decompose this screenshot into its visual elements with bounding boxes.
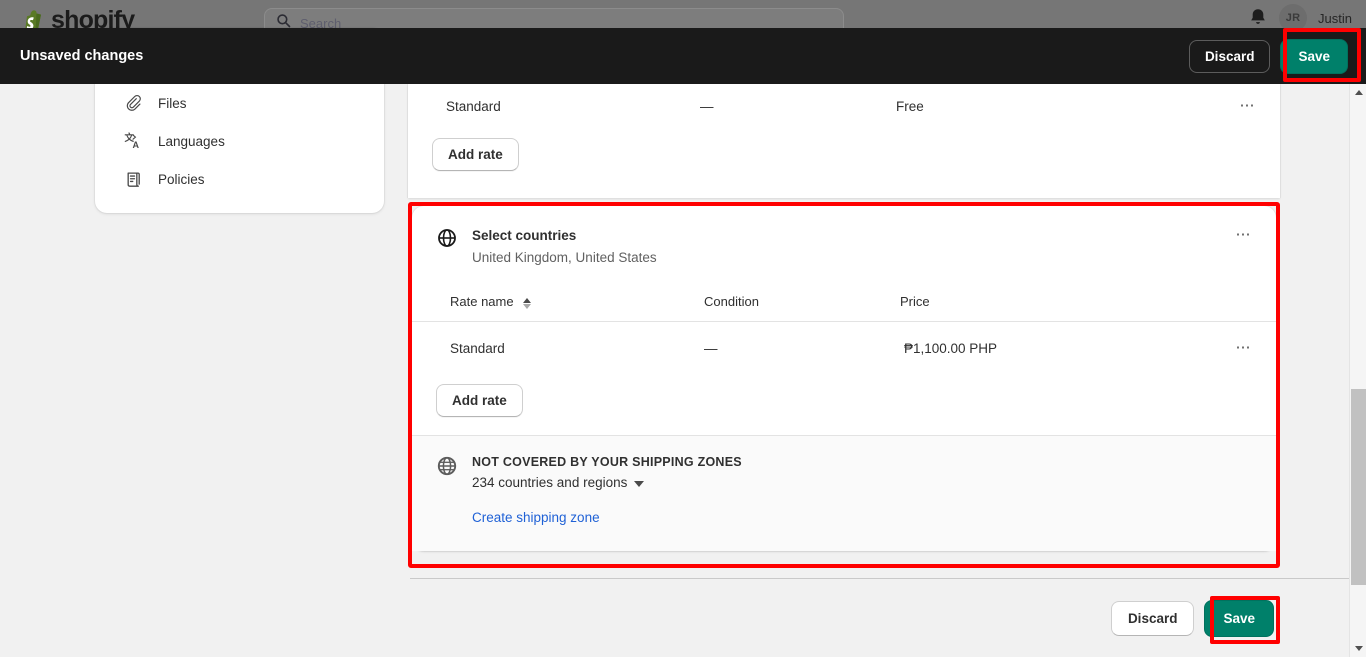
globe-filled-icon [436, 455, 458, 477]
bell-icon[interactable] [1248, 7, 1268, 29]
chevron-down-icon[interactable] [634, 481, 644, 487]
not-covered-section: NOT COVERED BY YOUR SHIPPING ZONES 234 c… [412, 435, 1276, 551]
column-header-price: Price [900, 294, 1216, 309]
app-root: shopify Search JR Justin [0, 0, 1366, 657]
add-rate-wrap: Add rate [412, 374, 1276, 435]
create-shipping-zone-link[interactable]: Create shipping zone [472, 510, 600, 525]
top-bar-right: JR Justin [1248, 4, 1352, 30]
not-covered-count[interactable]: 234 countries and regions [472, 471, 742, 495]
not-covered-text: NOT COVERED BY YOUR SHIPPING ZONES 234 c… [472, 454, 742, 527]
user-name[interactable]: Justin [1318, 11, 1352, 26]
translate-icon: 文 A [123, 131, 143, 151]
rates-table-header: Rate name Condition Price [412, 282, 1276, 322]
rate-condition-cell: — [700, 99, 896, 114]
table-row[interactable]: Standard — Free ⋯ [408, 84, 1280, 128]
top-app-bar: shopify Search JR Justin [0, 0, 1366, 30]
paperclip-icon [123, 93, 143, 113]
add-rate-wrap-top: Add rate [408, 128, 1280, 189]
scrollbar-thumb[interactable] [1351, 389, 1366, 585]
rate-name-cell: Standard [450, 341, 704, 356]
scroll-up-arrow-icon[interactable] [1350, 84, 1366, 101]
zone-subtitle: United Kingdom, United States [472, 247, 657, 268]
shipping-zone-card-top: Standard — Free ⋯ Add rate [408, 84, 1280, 198]
footer-divider [410, 578, 1366, 579]
sidebar-item-languages[interactable]: 文 A Languages [103, 122, 376, 160]
scroll-down-arrow-icon[interactable] [1350, 640, 1366, 657]
column-header-condition: Condition [704, 294, 900, 309]
sidebar-item-policies[interactable]: Policies [103, 160, 376, 198]
rate-name-cell: Standard [446, 99, 700, 114]
add-rate-button[interactable]: Add rate [436, 384, 523, 417]
sidebar-item-files[interactable]: Files [103, 84, 376, 122]
kebab-menu-icon[interactable]: ⋯ [1236, 230, 1253, 240]
sort-arrows-icon[interactable] [523, 298, 531, 309]
column-header-rate-name-label: Rate name [450, 294, 514, 309]
shipping-zone-card-select-countries: Select countries United Kingdom, United … [412, 206, 1276, 551]
discard-button-top[interactable]: Discard [1189, 40, 1271, 73]
table-row[interactable]: Standard — ₱1,100.00 PHP ⋯ [412, 322, 1276, 374]
shopify-logo[interactable]: shopify [22, 6, 134, 30]
sidebar-item-label: Files [158, 96, 187, 111]
save-button[interactable]: Save [1204, 600, 1274, 637]
footer-actions: Discard Save [1111, 600, 1274, 637]
zone-title: Select countries [472, 226, 657, 245]
kebab-menu-icon[interactable]: ⋯ [1240, 101, 1257, 111]
column-header-rate-name[interactable]: Rate name [450, 294, 704, 309]
sidebar-item-label: Languages [158, 134, 225, 149]
unsaved-changes-actions: Discard Save [1189, 39, 1348, 74]
svg-text:A: A [132, 140, 139, 150]
unsaved-changes-bar: Unsaved changes Discard Save [0, 28, 1366, 84]
sidebar-item-label: Policies [158, 172, 205, 187]
scroll-document-icon [123, 169, 143, 189]
row-actions[interactable]: ⋯ [1220, 101, 1256, 111]
brand-name: shopify [51, 6, 134, 30]
unsaved-changes-title: Unsaved changes [20, 48, 143, 64]
not-covered-count-label: 234 countries and regions [472, 471, 627, 495]
row-actions[interactable]: ⋯ [1216, 343, 1252, 353]
search-input[interactable]: Search [264, 8, 844, 30]
globe-icon [436, 227, 458, 249]
page-scrollbar[interactable] [1349, 84, 1366, 657]
kebab-menu-icon[interactable]: ⋯ [1236, 343, 1253, 353]
rate-condition-cell: — [704, 341, 904, 356]
rate-price-cell: ₱1,100.00 PHP [904, 341, 1216, 356]
discard-button[interactable]: Discard [1111, 601, 1195, 636]
avatar[interactable]: JR [1279, 4, 1307, 30]
zone-header-text: Select countries United Kingdom, United … [472, 226, 657, 268]
not-covered-title: NOT COVERED BY YOUR SHIPPING ZONES [472, 454, 742, 471]
rate-price-cell: Free [896, 99, 1220, 114]
shopify-bag-icon [22, 9, 44, 31]
add-rate-button[interactable]: Add rate [432, 138, 519, 171]
save-button-top[interactable]: Save [1280, 39, 1348, 74]
zone-header: Select countries United Kingdom, United … [412, 206, 1276, 282]
